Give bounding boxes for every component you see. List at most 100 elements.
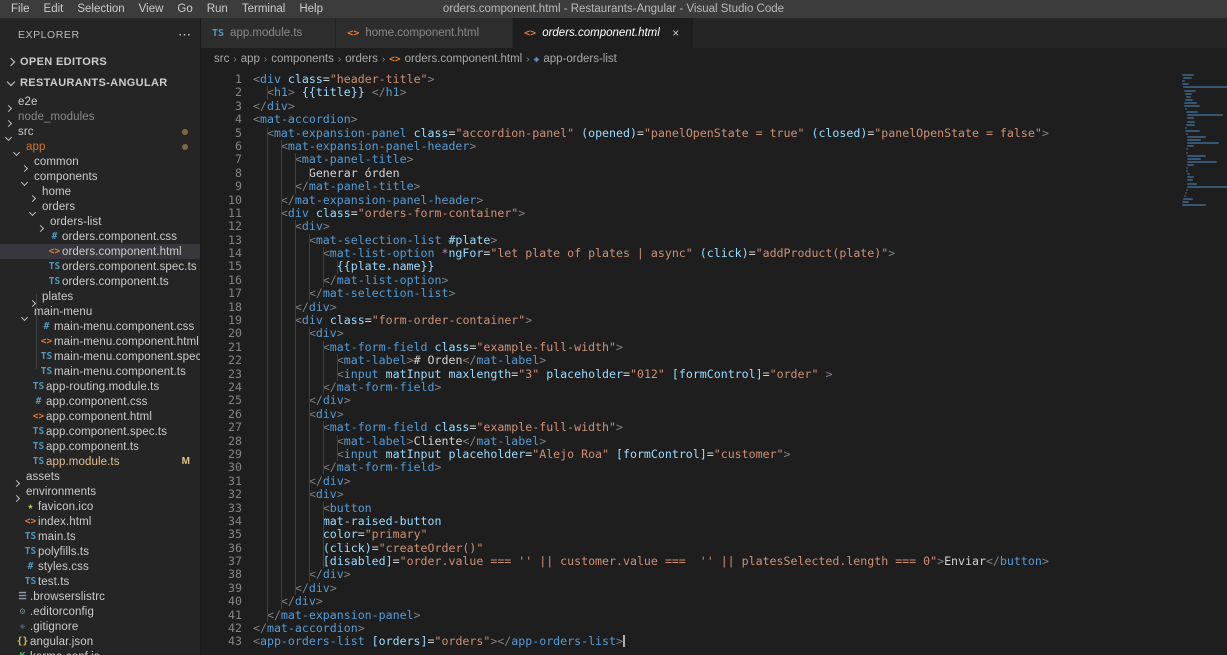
code-line[interactable]: (click)="createOrder()" (253, 542, 1180, 555)
menu-item-help[interactable]: Help (292, 0, 330, 18)
code-line[interactable]: </mat-list-option> (253, 274, 1180, 287)
code-line[interactable]: <mat-label># Orden</mat-label> (253, 354, 1180, 367)
breadcrumb-item-orders-component-html[interactable]: <>orders.component.html (389, 53, 522, 65)
tree-folder-environments[interactable]: environments (0, 484, 200, 499)
tree-folder-plates[interactable]: plates (0, 289, 200, 304)
menu-item-edit[interactable]: Edit (37, 0, 71, 18)
code-line[interactable]: <mat-accordion> (253, 113, 1180, 126)
tree-folder-main-menu[interactable]: main-menu (0, 304, 200, 319)
tree-file-karma-conf-js[interactable]: Kkarma.conf.js (0, 649, 200, 655)
tree-file-orders-component-spec-ts[interactable]: TSorders.component.spec.ts (0, 259, 200, 274)
tree-file--editorconfig[interactable]: ⚙.editorconfig (0, 604, 200, 619)
tree-folder-src[interactable]: src (0, 124, 200, 139)
file-tree[interactable]: e2enode_modulessrcappcommoncomponentshom… (0, 94, 200, 655)
code-line[interactable]: </div> (253, 394, 1180, 407)
code-line[interactable]: </div> (253, 100, 1180, 113)
tree-file-app-component-css[interactable]: #app.component.css (0, 394, 200, 409)
breadcrumb-item-app[interactable]: app (241, 53, 260, 65)
code-line[interactable]: <div> (253, 408, 1180, 421)
tree-file--gitignore[interactable]: ◆.gitignore (0, 619, 200, 634)
breadcrumb-item-src[interactable]: src (214, 53, 229, 65)
code-line[interactable]: </mat-selection-list> (253, 287, 1180, 300)
code-line[interactable]: <mat-expansion-panel-header> (253, 140, 1180, 153)
tree-file-main-menu-component-spec-ts[interactable]: TSmain-menu.component.spec.ts (0, 349, 200, 364)
tree-file-test-ts[interactable]: TStest.ts (0, 574, 200, 589)
close-icon[interactable]: × (670, 27, 682, 39)
code-line[interactable]: color="primary" (253, 528, 1180, 541)
tree-file-angular-json[interactable]: {}angular.json (0, 634, 200, 649)
code-line[interactable]: Generar órden (253, 167, 1180, 180)
code-line[interactable]: <div> (253, 220, 1180, 233)
tree-file-main-menu-component-ts[interactable]: TSmain-menu.component.ts (0, 364, 200, 379)
tree-file-main-menu-component-html[interactable]: <>main-menu.component.html (0, 334, 200, 349)
code-line[interactable]: <div> (253, 327, 1180, 340)
breadcrumb[interactable]: src›app›components›orders›<>orders.compo… (201, 48, 1227, 70)
tree-file-main-ts[interactable]: TSmain.ts (0, 529, 200, 544)
tree-file-app-component-ts[interactable]: TSapp.component.ts (0, 439, 200, 454)
code-line[interactable]: </mat-form-field> (253, 461, 1180, 474)
code-editor[interactable]: 1234567891011121314151617181920212223242… (201, 70, 1227, 655)
code-line[interactable]: </div> (253, 582, 1180, 595)
tree-folder-components[interactable]: components (0, 169, 200, 184)
tree-folder-e2e[interactable]: e2e (0, 94, 200, 109)
code-line[interactable]: {{plate.name}} (253, 260, 1180, 273)
section-open-editors[interactable]: OPEN EDITORS (0, 51, 200, 73)
menu-item-file[interactable]: File (4, 0, 37, 18)
tree-file-app-routing-module-ts[interactable]: TSapp-routing.module.ts (0, 379, 200, 394)
code-line[interactable]: </mat-expansion-panel-header> (253, 194, 1180, 207)
tree-file-app-component-html[interactable]: <>app.component.html (0, 409, 200, 424)
menu-item-selection[interactable]: Selection (70, 0, 131, 18)
code-line[interactable]: </mat-panel-title> (253, 180, 1180, 193)
code-line[interactable]: </mat-form-field> (253, 381, 1180, 394)
code-line[interactable]: <input matInput maxlength="3" placeholde… (253, 368, 1180, 381)
tree-file-main-menu-component-css[interactable]: #main-menu.component.css (0, 319, 200, 334)
tree-file-orders-component-ts[interactable]: TSorders.component.ts (0, 274, 200, 289)
editor-tabs[interactable]: TSapp.module.ts×<>home.component.html×<>… (201, 18, 1227, 48)
code-line[interactable]: <div class="orders-form-container"> (253, 207, 1180, 220)
minimap[interactable] (1180, 70, 1227, 655)
tree-file-index-html[interactable]: <>index.html (0, 514, 200, 529)
code-line[interactable]: <mat-panel-title> (253, 153, 1180, 166)
code-line[interactable]: <h1> {{title}} </h1> (253, 86, 1180, 99)
code-line[interactable]: <button (253, 502, 1180, 515)
tree-file-app-module-ts[interactable]: TSapp.module.tsM (0, 454, 200, 469)
tab-app-module-ts[interactable]: TSapp.module.ts× (201, 18, 336, 48)
tree-folder-orders[interactable]: orders (0, 199, 200, 214)
breadcrumb-item-orders[interactable]: orders (345, 53, 378, 65)
tree-file-orders-component-html[interactable]: <>orders.component.html (0, 244, 200, 259)
code-line[interactable]: </mat-expansion-panel> (253, 609, 1180, 622)
tree-folder-app[interactable]: app (0, 139, 200, 154)
tree-file--browserslistrc[interactable]: ☰.browserslistrc (0, 589, 200, 604)
code-line[interactable]: [disabled]="order.value === '' || custom… (253, 555, 1180, 568)
code-line[interactable]: <div class="form-order-container"> (253, 314, 1180, 327)
code-line[interactable]: <mat-form-field class="example-full-widt… (253, 421, 1180, 434)
breadcrumb-item-app-orders-list[interactable]: ◈app-orders-list (534, 53, 617, 65)
tree-file-styles-css[interactable]: #styles.css (0, 559, 200, 574)
code-line[interactable]: <mat-form-field class="example-full-widt… (253, 341, 1180, 354)
code-line[interactable]: </div> (253, 595, 1180, 608)
code-line[interactable]: </mat-accordion> (253, 622, 1180, 635)
code-line[interactable]: </div> (253, 475, 1180, 488)
code-line[interactable]: <div> (253, 488, 1180, 501)
tree-file-polyfills-ts[interactable]: TSpolyfills.ts (0, 544, 200, 559)
code-line[interactable]: <mat-selection-list #plate> (253, 234, 1180, 247)
menu-item-go[interactable]: Go (170, 0, 199, 18)
code-line[interactable]: </div> (253, 568, 1180, 581)
tree-folder-node_modules[interactable]: node_modules (0, 109, 200, 124)
tree-folder-assets[interactable]: assets (0, 469, 200, 484)
code-line[interactable]: <app-orders-list [orders]="orders"></app… (253, 635, 1180, 648)
tree-file-app-component-spec-ts[interactable]: TSapp.component.spec.ts (0, 424, 200, 439)
menu-item-terminal[interactable]: Terminal (235, 0, 292, 18)
tree-file-favicon-ico[interactable]: ★favicon.ico (0, 499, 200, 514)
section-restaurants-angular[interactable]: RESTAURANTS-ANGULAR (0, 73, 200, 95)
menu-item-run[interactable]: Run (200, 0, 235, 18)
tab-orders-component-html[interactable]: <>orders.component.html× (513, 18, 694, 48)
tree-file-orders-component-css[interactable]: #orders.component.css (0, 229, 200, 244)
code-line[interactable]: <mat-label>Cliente</mat-label> (253, 435, 1180, 448)
tree-folder-orders-list[interactable]: orders-list (0, 214, 200, 229)
code-line[interactable]: <mat-expansion-panel class="accordion-pa… (253, 127, 1180, 140)
tree-folder-home[interactable]: home (0, 184, 200, 199)
breadcrumb-item-components[interactable]: components (271, 53, 334, 65)
tree-folder-common[interactable]: common (0, 154, 200, 169)
ellipsis-icon[interactable]: ⋯ (178, 31, 192, 39)
